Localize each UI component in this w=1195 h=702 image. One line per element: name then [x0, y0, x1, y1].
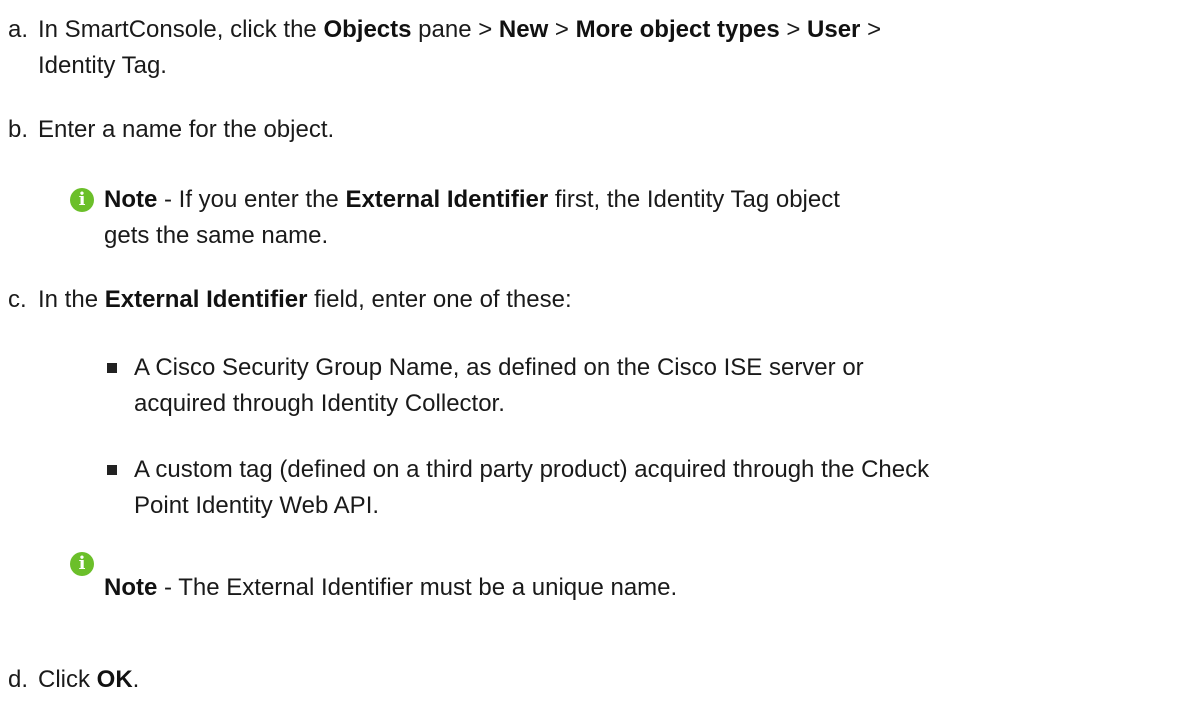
step-marker-b: b.: [8, 116, 29, 143]
step-marker-a: a.: [8, 16, 29, 43]
note-b-line-2: gets the same name.: [104, 222, 329, 249]
list-item: A Cisco Security Group Name, as defined …: [0, 350, 1195, 422]
note-label: Note: [104, 186, 158, 213]
step-d: d. Click OK.: [0, 662, 1195, 698]
list-item-line-2: Point Identity Web API.: [134, 492, 380, 519]
step-c: c. In the External Identifier field, ent…: [0, 282, 1195, 318]
list-item-line-2: acquired through Identity Collector.: [134, 390, 505, 417]
ok-label: OK: [96, 666, 133, 693]
step-b: b. Enter a name for the object.: [0, 112, 1195, 148]
step-c-text: In the External Identifier field, enter …: [38, 286, 572, 313]
step-marker-d: d.: [8, 666, 29, 693]
list-item: A custom tag (defined on a third party p…: [0, 452, 1195, 524]
step-a-line-1: In SmartConsole, click the Objects pane …: [38, 16, 882, 43]
step-b-text: Enter a name for the object.: [38, 116, 335, 143]
list-item-line-1: A Cisco Security Group Name, as defined …: [134, 354, 864, 381]
note-b: i Note - If you enter the External Ident…: [0, 182, 1195, 254]
note-c: i Note - The External Identifier must be…: [0, 552, 1195, 606]
more-object-types-label: More object types: [575, 16, 780, 43]
square-bullet-icon: [107, 465, 117, 475]
note-b-line-1: Note - If you enter the External Identif…: [104, 186, 840, 213]
user-label: User: [807, 16, 861, 43]
step-marker-c: c.: [8, 286, 27, 313]
step-d-text: Click OK.: [38, 666, 140, 693]
step-a: a. In SmartConsole, click the Objects pa…: [0, 12, 1195, 84]
step-a-line-2: Identity Tag.: [38, 52, 167, 79]
external-identifier-label: External Identifier: [345, 186, 549, 213]
objects-pane-label: Objects: [323, 16, 412, 43]
info-circle-icon: i: [70, 188, 94, 212]
note-c-text: Note - The External Identifier must be a…: [104, 574, 678, 601]
square-bullet-icon: [107, 363, 117, 373]
note-label: Note: [104, 574, 158, 601]
external-identifier-field-label: External Identifier: [104, 286, 308, 313]
list-item-line-1: A custom tag (defined on a third party p…: [134, 456, 930, 483]
new-label: New: [498, 16, 549, 43]
info-circle-icon: i: [70, 552, 94, 576]
